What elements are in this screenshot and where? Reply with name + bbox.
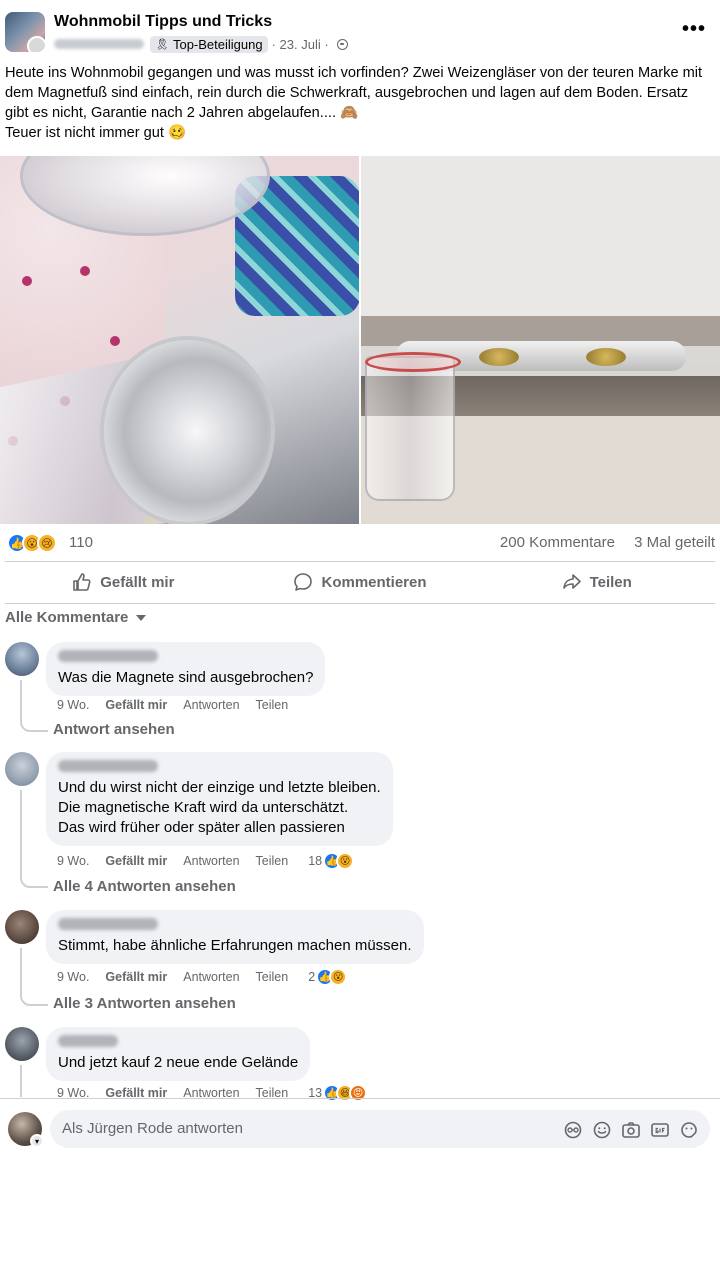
comment-bubble: Und du wirst nicht der einzige und letzt… <box>46 752 393 846</box>
badge-label: Top-Beteiligung <box>172 36 263 52</box>
comment-like-link[interactable]: Gefällt mir <box>105 970 167 984</box>
comment-text: Stimmt, habe ähnliche Erfahrungen machen… <box>58 937 412 954</box>
author-name-blurred[interactable] <box>54 39 144 49</box>
thread-elbow <box>20 876 48 888</box>
comment-reaction-count: 2 <box>308 970 316 984</box>
thread-line <box>20 790 22 876</box>
comment-filter-label: Alle Kommentare <box>5 609 129 626</box>
share-icon <box>562 572 582 592</box>
comment-like-link[interactable]: Gefällt mir <box>105 698 167 712</box>
avatar[interactable] <box>5 752 39 786</box>
globe-icon <box>336 38 348 50</box>
thumbs-up-icon <box>72 572 92 592</box>
camera-icon[interactable] <box>620 1119 642 1141</box>
comment-filter-dropdown[interactable]: Alle Kommentare <box>5 609 147 626</box>
share-label: Teilen <box>589 573 632 591</box>
shares-count[interactable]: 3 Mal geteilt <box>634 534 715 551</box>
comment-time[interactable]: 9 Wo. <box>57 854 89 868</box>
post-text: Heute ins Wohnmobil gegangen und was mus… <box>5 63 715 143</box>
group-avatar[interactable] <box>5 12 45 52</box>
more-options-icon[interactable]: ••• <box>682 18 706 41</box>
comment-meta: 9 Wo. Gefällt mir Antworten Teilen 2 👍 😮 <box>57 968 348 986</box>
commenter-name-blurred[interactable] <box>58 1035 118 1047</box>
avatar[interactable] <box>5 910 39 944</box>
comment-share-link[interactable]: Teilen <box>256 854 289 868</box>
divider <box>5 603 715 604</box>
photo-fallen-glasses[interactable] <box>0 156 359 524</box>
commenter-name-blurred[interactable] <box>58 650 158 662</box>
group-name[interactable]: Wohnmobil Tipps und Tricks <box>54 13 272 31</box>
composer-tools <box>555 1119 700 1141</box>
thread-line <box>20 680 22 720</box>
wow-reaction-icon: 😮 <box>336 852 355 870</box>
comment-bubble: Stimmt, habe ähnliche Erfahrungen machen… <box>46 910 424 964</box>
post-date[interactable]: · 23. Juli · <box>272 37 329 52</box>
post-text-line: Heute ins Wohnmobil gegangen und was mus… <box>5 65 703 121</box>
sad-reaction-icon: 😢 <box>37 533 57 553</box>
commenter-name-blurred[interactable] <box>58 918 158 930</box>
comment-reactions[interactable]: 2 👍 😮 <box>308 968 348 986</box>
comment-bubble: Was die Magnete sind ausgebrochen? <box>46 642 326 696</box>
comment-reply-link[interactable]: Antworten <box>183 970 239 984</box>
comment-reactions[interactable]: 18 👍 😮 <box>308 852 355 870</box>
thread-line <box>20 948 22 994</box>
like-button[interactable]: Gefällt mir <box>5 562 242 602</box>
top-contributor-badge[interactable]: 🎗 Top-Beteiligung <box>150 35 268 53</box>
comment-meta: 9 Wo. Gefällt mir Antworten Teilen 18 👍 … <box>57 852 355 870</box>
comment-bubble: Und jetzt kauf 2 neue ende Gelände <box>46 1027 311 1081</box>
like-label: Gefällt mir <box>100 573 175 591</box>
commenter-name-blurred[interactable] <box>58 760 158 772</box>
view-replies-link[interactable]: Alle 4 Antworten ansehen <box>53 878 236 895</box>
thread-elbow <box>20 994 48 1006</box>
post-actions: Gefällt mir Kommentieren Teilen <box>5 562 715 602</box>
emoji-icon[interactable] <box>591 1119 613 1141</box>
avatar[interactable] <box>5 1027 39 1061</box>
share-button[interactable]: Teilen <box>478 562 715 602</box>
post-meta: 🎗 Top-Beteiligung · 23. Juli · <box>54 34 348 54</box>
reply-input[interactable]: Als Jürgen Rode antworten <box>50 1110 710 1148</box>
comment-button[interactable]: Kommentieren <box>242 562 479 602</box>
thread-elbow <box>20 720 48 732</box>
divider <box>0 1098 720 1099</box>
comments-count[interactable]: 200 Kommentare <box>500 534 615 551</box>
sticker-icon[interactable] <box>678 1119 700 1141</box>
comment-time[interactable]: 9 Wo. <box>57 970 89 984</box>
view-replies-link[interactable]: Antwort ansehen <box>53 721 175 738</box>
comment-icon <box>293 572 313 592</box>
post-header: Wohnmobil Tipps und Tricks 🎗 Top-Beteili… <box>0 0 720 62</box>
reactions-summary: 👍 😮 😢 110 200 Kommentare 3 Mal geteilt <box>5 532 715 554</box>
thread-line <box>20 1065 22 1097</box>
comment-share-link[interactable]: Teilen <box>256 970 289 984</box>
avatar-sticker-icon[interactable] <box>562 1119 584 1141</box>
comment-text: Und jetzt kauf 2 neue ende Gelände <box>58 1054 299 1071</box>
post-text-line: Teuer ist nicht immer gut 🥴 <box>5 125 187 141</box>
wow-reaction-icon: 😮 <box>329 968 348 986</box>
ribbon-icon: 🎗 <box>155 38 169 51</box>
comment-share-link[interactable]: Teilen <box>256 698 289 712</box>
comment-label: Kommentieren <box>321 573 427 591</box>
comment-time[interactable]: 9 Wo. <box>57 698 89 712</box>
comment-text: Die magnetische Kraft wird da unterschät… <box>58 799 349 816</box>
comment-text: Das wird früher oder später allen passie… <box>58 819 345 836</box>
comment-text: Was die Magnete sind ausgebrochen? <box>58 669 314 686</box>
reaction-icons[interactable]: 👍 😮 😢 <box>7 533 57 553</box>
chevron-down-icon[interactable]: ▾ <box>30 1134 44 1148</box>
comment-like-link[interactable]: Gefällt mir <box>105 854 167 868</box>
comment-reaction-count: 18 <box>308 854 323 868</box>
comment-reply-link[interactable]: Antworten <box>183 698 239 712</box>
caret-down-icon <box>136 614 147 621</box>
reply-placeholder: Als Jürgen Rode antworten <box>62 1120 243 1137</box>
comment-meta: 9 Wo. Gefällt mir Antworten Teilen <box>57 698 304 712</box>
reaction-count[interactable]: 110 <box>69 534 93 551</box>
gif-icon[interactable] <box>649 1119 671 1141</box>
photo-magnet-holder[interactable] <box>361 156 720 524</box>
comment-reply-link[interactable]: Antworten <box>183 854 239 868</box>
reply-composer: ▾ Als Jürgen Rode antworten <box>0 1100 720 1160</box>
post-photos <box>0 156 720 524</box>
comment-text: Und du wirst nicht der einzige und letzt… <box>58 779 381 796</box>
view-replies-link[interactable]: Alle 3 Antworten ansehen <box>53 995 236 1012</box>
avatar[interactable] <box>5 642 39 676</box>
